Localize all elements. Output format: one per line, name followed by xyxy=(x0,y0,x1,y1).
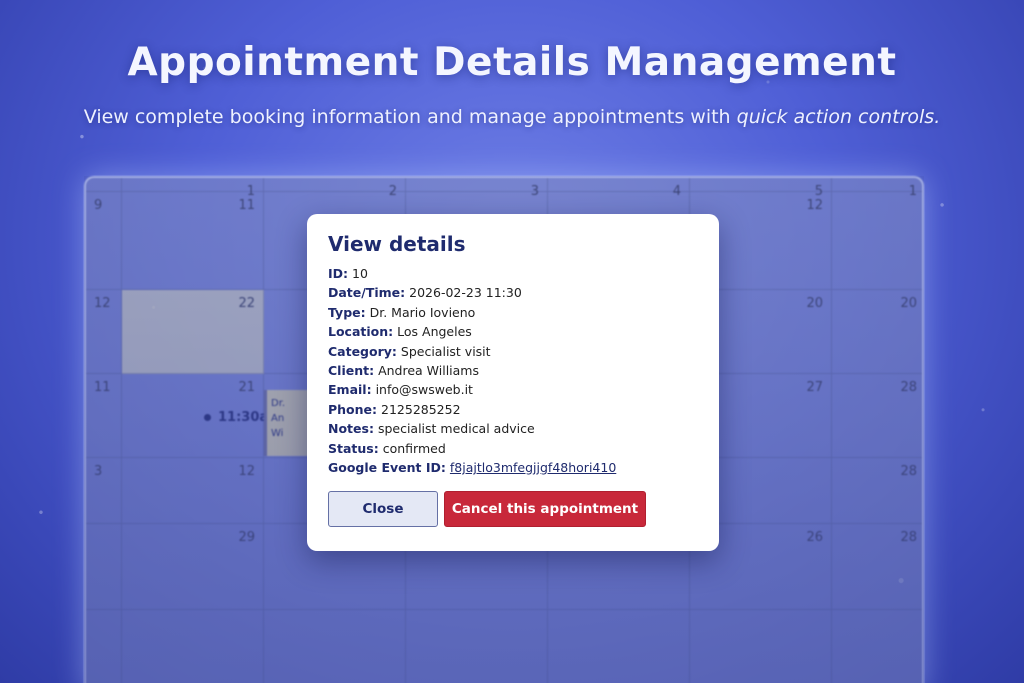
detail-label: Status: xyxy=(328,440,379,456)
calendar-day-cell[interactable]: 2 xyxy=(264,178,406,199)
calendar-day-cell[interactable]: 11 xyxy=(122,192,264,290)
calendar-day-number: 12 xyxy=(94,296,111,311)
detail-value: Los Angeles xyxy=(397,324,472,340)
detail-label: Date/Time: xyxy=(328,285,406,301)
detail-row: Client: Andrea Williams xyxy=(328,361,698,380)
calendar-day-cell[interactable]: 12 xyxy=(86,290,122,374)
detail-row: Status: confirmed xyxy=(328,439,698,458)
calendar-day-cell[interactable] xyxy=(690,610,832,683)
page-title: Appointment Details Management xyxy=(127,40,897,85)
calendar-day-cell[interactable] xyxy=(406,610,548,683)
detail-label: Google Event ID: xyxy=(328,460,446,476)
detail-row: Date/Time: 2026-02-23 11:30 xyxy=(328,283,698,302)
calendar-day-cell[interactable]: 29 xyxy=(122,524,264,610)
calendar-day-cell[interactable]: 5 xyxy=(690,178,832,199)
calendar-day-number: 21 xyxy=(238,380,255,395)
detail-value: 2026-02-23 11:30 xyxy=(409,285,522,301)
calendar-day-cell[interactable]: 22 xyxy=(122,290,264,374)
detail-label: Location: xyxy=(328,324,394,340)
dialog-title: View details xyxy=(328,232,466,256)
google-event-link[interactable]: f8jajtlo3mfegjjgf48hori410 xyxy=(450,460,616,475)
calendar-day-cell[interactable] xyxy=(122,610,264,683)
detail-label: Phone: xyxy=(328,401,378,417)
calendar-day-number: 27 xyxy=(806,380,823,395)
detail-row: Location: Los Angeles xyxy=(328,322,698,341)
calendar-event-time[interactable]: 11:30a xyxy=(204,410,268,425)
calendar-day-number: 12 xyxy=(238,464,255,479)
view-details-dialog: View details ID: 10 Date/Time: 2026-02-23… xyxy=(307,214,719,551)
dialog-actions: Close Cancel this appointment xyxy=(328,491,698,528)
detail-label: Category: xyxy=(328,343,397,359)
detail-value: specialist medical advice xyxy=(377,421,535,437)
calendar-day-cell[interactable] xyxy=(548,610,690,683)
detail-row: ID: 10 xyxy=(328,264,698,283)
calendar-day-cell[interactable]: 4 xyxy=(548,178,690,199)
detail-value: 2125285252 xyxy=(381,401,461,417)
detail-label: Email: xyxy=(328,382,372,398)
detail-row: Type: Dr. Mario Iovieno xyxy=(328,303,698,322)
calendar-day-cell[interactable]: 1 xyxy=(832,178,922,199)
cancel-appointment-button[interactable]: Cancel this appointment xyxy=(444,491,646,528)
detail-value: Dr. Mario Iovieno xyxy=(369,304,476,320)
calendar-day-number: 28 xyxy=(900,380,917,395)
page-subtitle: View complete booking information and ma… xyxy=(0,106,1024,128)
calendar-day-number: 11 xyxy=(94,380,111,395)
calendar-day-number: 3 xyxy=(94,464,103,479)
detail-row: Notes: specialist medical advice xyxy=(328,419,698,438)
detail-value: 10 xyxy=(352,266,368,281)
detail-label: Type: xyxy=(328,304,366,320)
detail-value: confirmed xyxy=(382,440,446,456)
detail-row: Category: Specialist visit xyxy=(328,342,698,361)
calendar-day-cell[interactable] xyxy=(86,610,122,683)
calendar-day-number: 11 xyxy=(238,198,255,213)
calendar-day-number: 9 xyxy=(94,198,103,213)
calendar-day-cell[interactable]: 3 xyxy=(86,458,122,524)
calendar-day-cell[interactable]: 12 xyxy=(122,458,264,524)
close-button[interactable]: Close xyxy=(328,491,438,528)
calendar-day-cell[interactable]: 28 xyxy=(832,458,922,524)
detail-value: info@swsweb.it xyxy=(375,382,473,398)
calendar-day-cell[interactable]: 28 xyxy=(832,524,922,610)
subtitle-emphasis: quick action controls. xyxy=(736,106,941,128)
calendar-day-number: 28 xyxy=(900,464,917,479)
detail-row: Phone: 2125285252 xyxy=(328,400,698,419)
calendar-day-cell[interactable]: 28 xyxy=(832,374,922,458)
detail-value: Andrea Williams xyxy=(378,363,479,379)
calendar-day-number: 20 xyxy=(806,296,823,311)
calendar-day-cell[interactable]: 1 xyxy=(122,178,264,199)
calendar-day-cell[interactable] xyxy=(86,178,122,192)
calendar-day-cell[interactable] xyxy=(264,610,406,683)
calendar-day-number: 20 xyxy=(900,296,917,311)
calendar-day-cell[interactable]: 9 xyxy=(86,192,122,290)
calendar-day-number: 12 xyxy=(806,198,823,213)
detail-value: Specialist visit xyxy=(400,343,491,359)
detail-label: Notes: xyxy=(328,421,374,437)
detail-row: Email: info@swsweb.it xyxy=(328,380,698,399)
calendar-day-cell[interactable]: 3 xyxy=(406,178,548,199)
details-list: ID: 10 Date/Time: 2026-02-23 11:30 Type: D… xyxy=(328,264,698,458)
calendar-day-number: 28 xyxy=(900,530,917,545)
calendar-day-cell[interactable]: 20 xyxy=(832,290,922,374)
detail-label: Client: xyxy=(328,363,375,379)
calendar-day-cell[interactable] xyxy=(832,192,922,290)
calendar-day-number: 26 xyxy=(806,530,823,545)
calendar-day-cell[interactable] xyxy=(832,610,922,683)
detail-row-google-event: Google Event ID: f8jajtlo3mfegjjgf48hori… xyxy=(328,458,698,477)
subtitle-text: View complete booking information and ma… xyxy=(83,106,737,128)
calendar-day-cell[interactable] xyxy=(86,524,122,610)
calendar-day-number: 29 xyxy=(238,530,255,545)
calendar-day-number: 22 xyxy=(238,296,255,311)
calendar-day-cell[interactable]: 11 xyxy=(86,374,122,458)
detail-label: ID: xyxy=(328,266,349,281)
